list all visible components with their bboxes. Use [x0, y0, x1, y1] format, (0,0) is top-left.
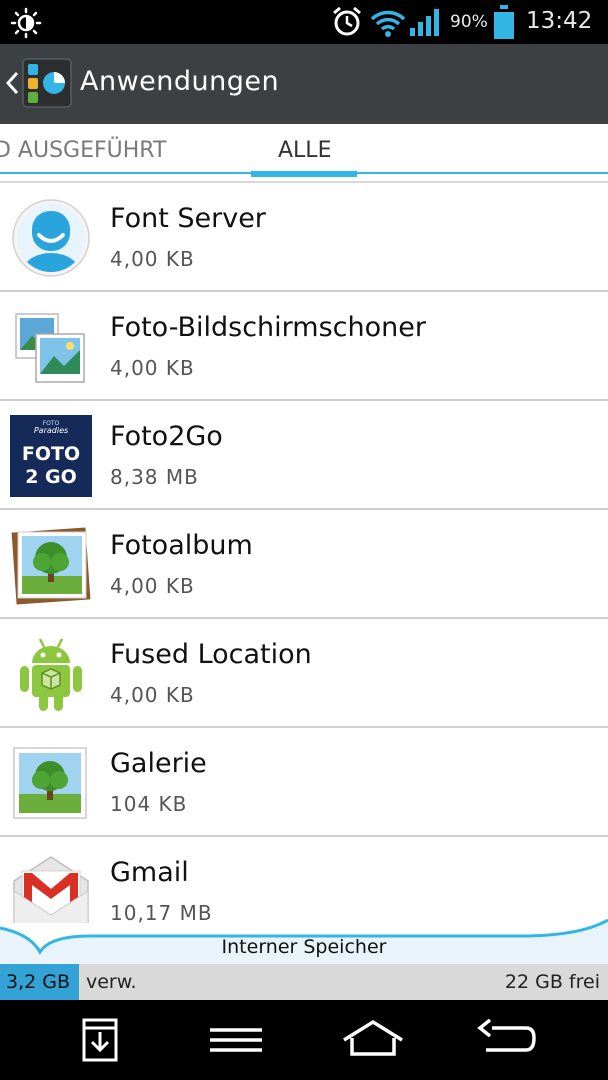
action-bar: Anwendungen — [0, 44, 608, 124]
chevron-left-icon[interactable] — [4, 68, 20, 98]
storage-used-suffix: verw. — [86, 971, 137, 993]
app-row-foto-bildschirmschoner[interactable]: Foto-Bildschirmschoner 4,00 KB — [0, 292, 608, 401]
page-title: Anwendungen — [80, 66, 280, 97]
app-name: Fotoalbum — [110, 530, 253, 561]
clock: 13:42 — [526, 8, 593, 34]
app-row-fotoalbum[interactable]: Fotoalbum 4,00 KB — [0, 510, 608, 619]
svg-text:2 GO: 2 GO — [25, 466, 77, 488]
app-name: Fused Location — [110, 639, 312, 670]
app-size: 4,00 KB — [110, 356, 195, 380]
app-name: Font Server — [110, 203, 266, 234]
storage-bar: 3,2 GB verw. 22 GB frei — [0, 964, 608, 1000]
photo-album-icon — [11, 527, 91, 605]
storage-label: Interner Speicher — [221, 936, 387, 958]
signal-icon — [410, 9, 439, 36]
foto2go-icon: FOTO Paradies FOTO 2 GO — [10, 415, 92, 497]
status-bar: 90% 13:42 — [0, 0, 608, 44]
tab-all[interactable]: ALLE — [278, 138, 331, 163]
tab-bar: D AUSGEFÜHRT ALLE — [0, 124, 608, 178]
app-list[interactable]: Font Server 4,00 KB Foto-Bildschirmschon… — [0, 183, 608, 923]
gallery-icon — [13, 747, 87, 819]
app-row-foto2go[interactable]: FOTO Paradies FOTO 2 GO Foto2Go 8,38 MB — [0, 401, 608, 510]
app-size: 4,00 KB — [110, 574, 195, 598]
apps-icon[interactable] — [22, 58, 72, 108]
app-size: 4,00 KB — [110, 247, 195, 271]
app-size: 104 KB — [110, 792, 188, 816]
app-row-fused-location[interactable]: Fused Location 4,00 KB — [0, 619, 608, 728]
app-name: Foto2Go — [110, 421, 223, 452]
storage-free: 22 GB frei — [504, 971, 600, 993]
alarm-icon — [333, 6, 361, 36]
wifi-icon — [370, 10, 406, 37]
svg-text:FOTO: FOTO — [22, 443, 80, 465]
app-name: Gmail — [110, 857, 189, 888]
app-row-font-server[interactable]: Font Server 4,00 KB — [0, 183, 608, 292]
storage-used: 3,2 GB — [6, 971, 71, 993]
app-row-galerie[interactable]: Galerie 104 KB — [0, 728, 608, 837]
tab-indicator — [251, 171, 357, 177]
download-icon[interactable] — [70, 1014, 130, 1066]
home-icon[interactable] — [340, 1014, 406, 1066]
app-size: 8,38 MB — [110, 465, 199, 489]
app-name: Galerie — [110, 748, 207, 779]
brightness-icon — [10, 7, 42, 39]
tab-running[interactable]: D AUSGEFÜHRT — [0, 138, 166, 163]
person-avatar-icon — [12, 199, 90, 277]
battery-icon — [494, 5, 514, 39]
svg-text:Paradies: Paradies — [34, 426, 68, 435]
photo-screensaver-icon — [15, 313, 85, 383]
back-icon[interactable] — [476, 1014, 536, 1066]
menu-icon[interactable] — [206, 1014, 266, 1066]
app-size: 4,00 KB — [110, 683, 195, 707]
nav-bar — [0, 1000, 608, 1080]
app-row-gmail[interactable]: Gmail 10,17 MB — [0, 837, 608, 923]
app-name: Foto-Bildschirmschoner — [110, 312, 426, 343]
android-icon — [20, 638, 82, 711]
battery-percent: 90% — [450, 12, 488, 32]
